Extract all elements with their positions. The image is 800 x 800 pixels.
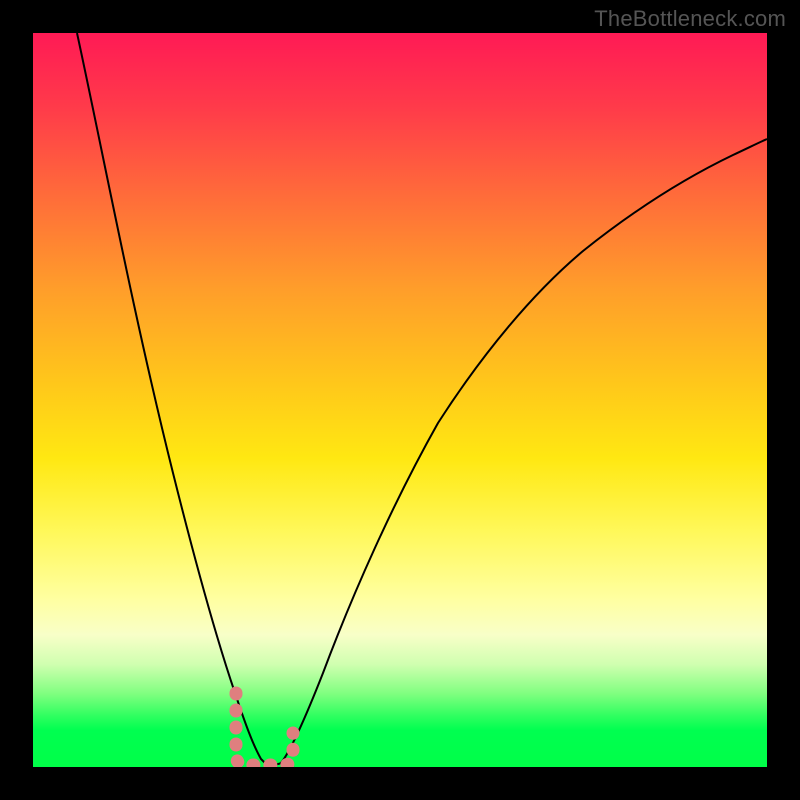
highlight-marker [236, 693, 293, 765]
chart-svg [33, 33, 767, 767]
watermark-label: TheBottleneck.com [594, 6, 786, 32]
chart-plot-area [33, 33, 767, 767]
bottleneck-curve [77, 33, 767, 765]
